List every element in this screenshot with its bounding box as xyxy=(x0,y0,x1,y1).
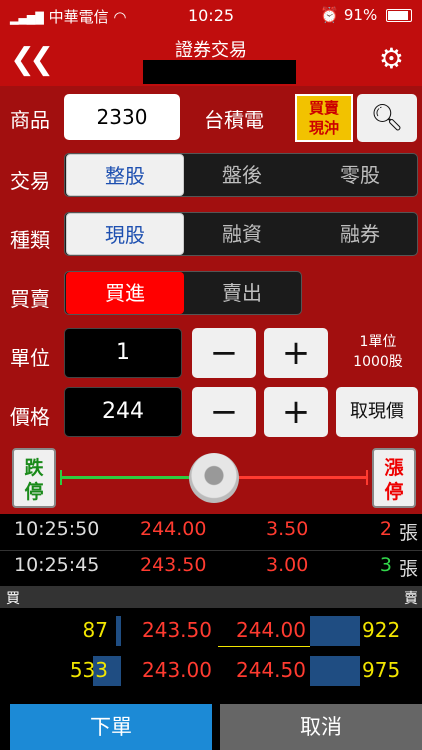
order-book: 買 賣 87 243.50 244.00 922 533 243.00 244.… xyxy=(0,586,422,700)
slider-track-left-cap xyxy=(60,470,62,485)
submit-order-button[interactable]: 下單 xyxy=(10,704,212,750)
search-icon: 🔍︎ xyxy=(370,103,404,133)
order-form: 商品 2330 台積電 買賣 現沖 🔍︎ 交易 整股 盤後 零股 種類 現股 融… xyxy=(0,86,422,514)
bid-volume-bar xyxy=(116,616,121,646)
search-button[interactable]: 🔍︎ xyxy=(357,94,417,142)
cancel-button[interactable]: 取消 xyxy=(220,704,422,750)
ask-volume-bar xyxy=(310,656,360,686)
tick-row: 10:25:45 243.50 3.00 3 張 xyxy=(14,554,418,580)
limit-up-button[interactable]: 漲 停 xyxy=(372,448,416,508)
day-trade-toggle-button[interactable]: 買賣 現沖 xyxy=(295,94,353,142)
order-book-header: 買 賣 xyxy=(0,586,422,608)
trade-segmented-control: 整股 盤後 零股 xyxy=(64,153,418,197)
last-price-underline xyxy=(218,646,310,647)
type-option-short[interactable]: 融券 xyxy=(301,213,419,255)
status-bar: ▂▄▆█ 中華電信 ◠ 10:25 ⏰ 91% xyxy=(0,0,422,30)
price-decrement-button[interactable]: − xyxy=(192,387,256,437)
type-segmented-control: 現股 融資 融券 xyxy=(64,212,418,256)
price-label: 價格 xyxy=(10,405,50,429)
type-option-cash[interactable]: 現股 xyxy=(66,213,184,255)
tick-list: 10:25:50 244.00 3.50 2 張 10:25:45 243.50… xyxy=(0,514,422,586)
unit-decrement-button[interactable]: − xyxy=(192,328,256,378)
account-selector[interactable] xyxy=(143,60,296,84)
product-code-input[interactable]: 2330 xyxy=(64,94,180,140)
page-title: 證券交易 xyxy=(175,40,247,61)
type-label: 種類 xyxy=(10,228,50,252)
order-book-row: 533 243.00 244.50 975 xyxy=(0,654,422,694)
unit-input[interactable]: 1 xyxy=(64,328,182,378)
battery-indicator: ⏰ 91% xyxy=(320,6,412,24)
price-increment-button[interactable]: + xyxy=(264,387,328,437)
unit-label: 單位 xyxy=(10,346,50,370)
get-current-price-button[interactable]: 取現價 xyxy=(336,387,418,437)
side-segmented-control: 買進 賣出 xyxy=(64,271,302,315)
action-bar: 下單 取消 xyxy=(0,700,422,750)
side-option-sell[interactable]: 賣出 xyxy=(183,272,301,314)
price-slider[interactable]: 跌 停 漲 停 xyxy=(10,446,416,510)
limit-down-button[interactable]: 跌 停 xyxy=(12,448,56,508)
battery-icon xyxy=(386,9,412,22)
trade-option-after-hours[interactable]: 盤後 xyxy=(183,154,301,196)
unit-note: 1單位 1000股 xyxy=(353,334,403,370)
gear-icon[interactable]: ⚙ xyxy=(379,42,404,75)
divider xyxy=(0,550,422,551)
tick-row: 10:25:50 244.00 3.50 2 張 xyxy=(14,518,418,544)
trade-option-odd-lot[interactable]: 零股 xyxy=(301,154,419,196)
side-option-buy[interactable]: 買進 xyxy=(66,272,184,314)
nav-bar: ❮❮ 證券交易 ⚙ xyxy=(0,30,422,86)
trade-option-regular[interactable]: 整股 xyxy=(66,154,184,196)
slider-track-right xyxy=(234,476,368,479)
slider-track-right-cap xyxy=(366,470,368,485)
product-label: 商品 xyxy=(10,108,50,132)
side-label: 買賣 xyxy=(10,287,50,311)
ask-volume-bar xyxy=(310,616,360,646)
type-option-margin[interactable]: 融資 xyxy=(183,213,301,255)
trade-label: 交易 xyxy=(10,169,50,193)
alarm-icon: ⏰ xyxy=(320,6,340,24)
price-input[interactable]: 244 xyxy=(64,387,182,437)
unit-increment-button[interactable]: + xyxy=(264,328,328,378)
product-name: 台積電 xyxy=(204,108,264,132)
slider-thumb[interactable] xyxy=(189,453,239,503)
order-book-row: 87 243.50 244.00 922 xyxy=(0,614,422,654)
